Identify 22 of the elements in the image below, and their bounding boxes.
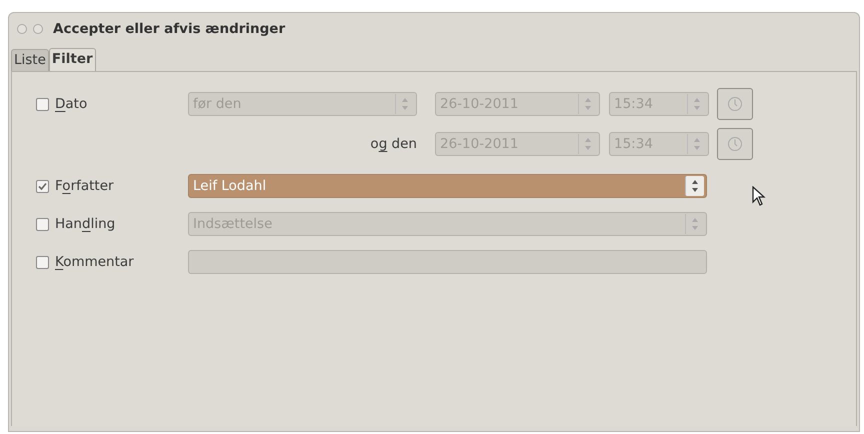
tab[interactable]: Filter	[48, 48, 96, 71]
clock-icon	[727, 136, 743, 152]
field-label: Forfatter	[55, 178, 114, 194]
clock-icon	[727, 96, 743, 112]
window-title: Accepter eller afvis ændringer	[53, 21, 286, 37]
minimize-button[interactable]	[33, 24, 43, 34]
checkbox[interactable]	[36, 218, 49, 230]
field-label: Kommentar	[55, 254, 134, 270]
checkbox[interactable]	[36, 180, 49, 192]
field-label: og den	[370, 136, 417, 152]
checkbox[interactable]	[36, 256, 49, 268]
mouse-pointer-icon	[752, 186, 766, 206]
checkbox[interactable]	[36, 98, 49, 110]
tab[interactable]: Liste	[11, 49, 49, 71]
field-label: Dato	[55, 96, 88, 112]
comment-field[interactable]	[188, 250, 707, 274]
spin-arrows-icon[interactable]	[685, 176, 704, 196]
dropdown[interactable]: Leif Lodahl	[188, 174, 707, 198]
clock-button[interactable]	[717, 128, 753, 160]
field-label: Handling	[55, 216, 116, 232]
close-button[interactable]	[17, 24, 27, 34]
clock-button[interactable]	[717, 88, 753, 120]
